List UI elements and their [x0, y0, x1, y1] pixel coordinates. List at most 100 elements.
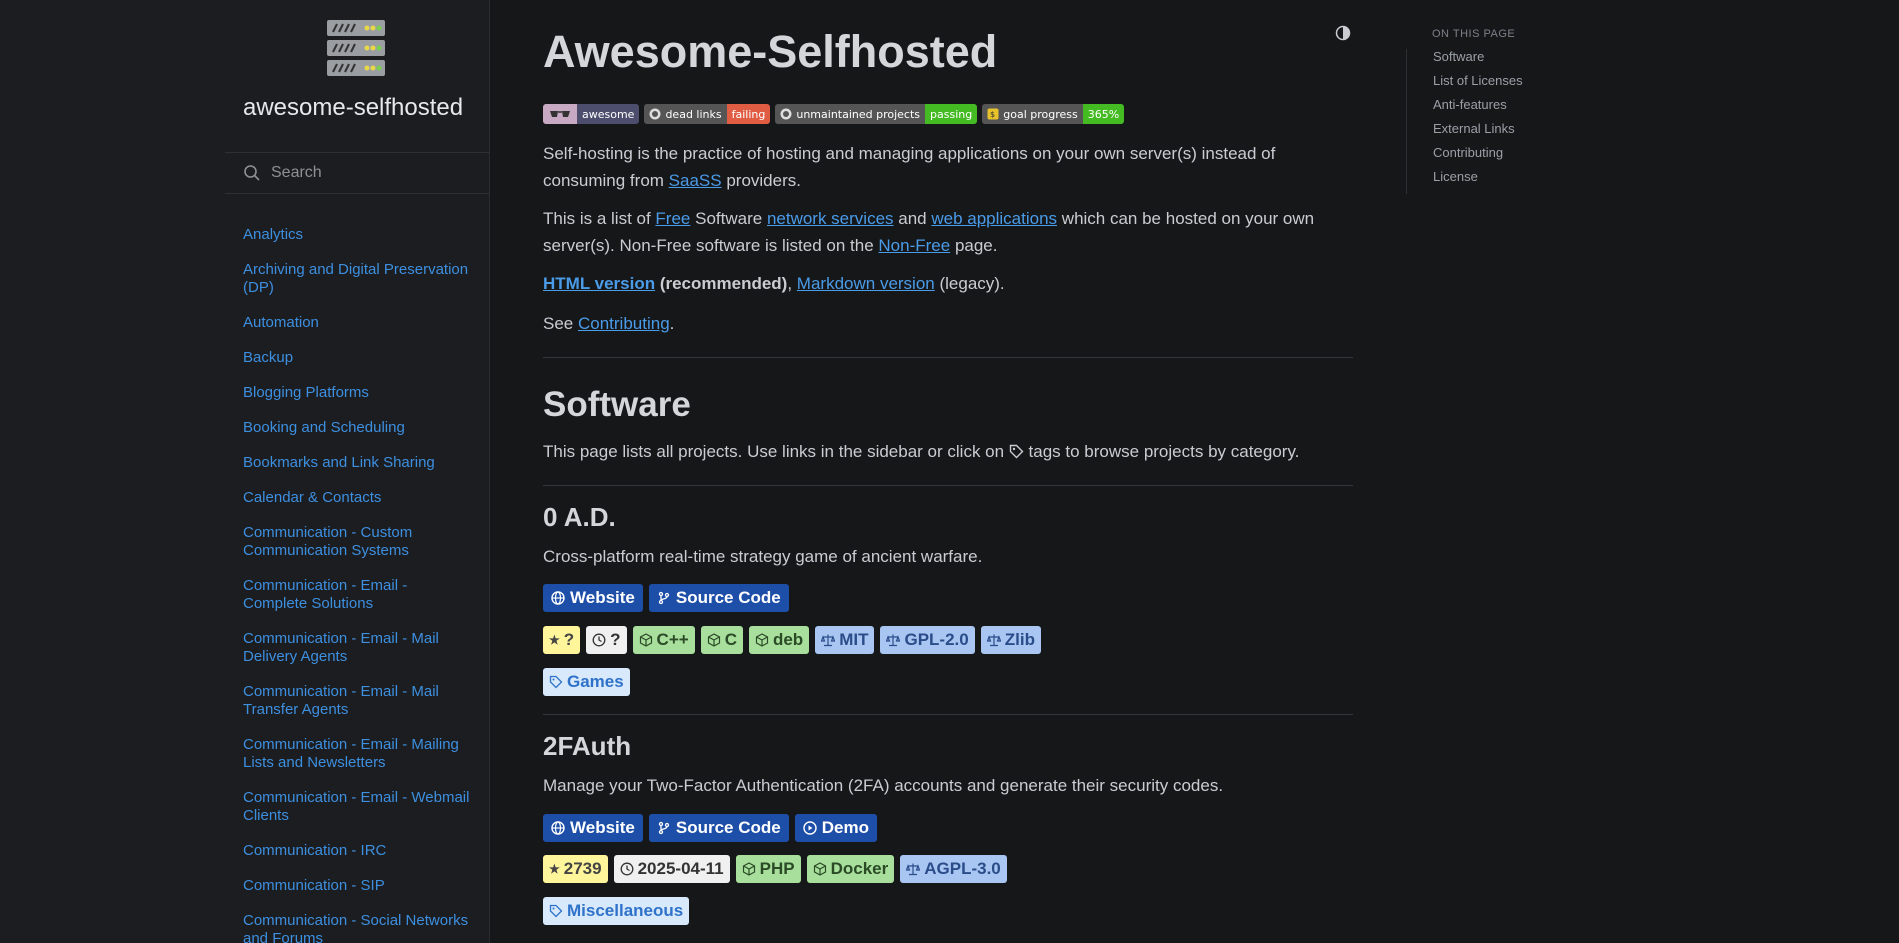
- language-tag[interactable]: C: [700, 626, 743, 654]
- globe-icon: [551, 821, 565, 835]
- badge-label: $ goal progress: [982, 104, 1083, 124]
- project-categories: Miscellaneous: [543, 897, 690, 925]
- sidebar-nav-item[interactable]: Communication - SIP: [243, 877, 473, 895]
- html-version-link[interactable]: HTML version: [543, 274, 655, 293]
- sidebar-nav-item[interactable]: Booking and Scheduling: [243, 419, 473, 437]
- divider: [543, 714, 1353, 715]
- goal-progress-badge[interactable]: $ goal progress 365%: [982, 104, 1125, 124]
- sidebar-nav-item[interactable]: Analytics: [243, 226, 473, 244]
- toc-title: ON THIS PAGE: [1432, 28, 1516, 40]
- server-logo-icon: [327, 20, 385, 76]
- package-icon: [639, 633, 652, 647]
- sidebar-nav-item[interactable]: Communication - Social Networks and Foru…: [243, 912, 473, 943]
- sidebar-nav-item[interactable]: Calendar & Contacts: [243, 489, 473, 507]
- network-services-link[interactable]: network services: [767, 209, 894, 228]
- github-icon: [649, 108, 661, 120]
- license-tag[interactable]: MIT: [815, 626, 875, 654]
- source-code-button[interactable]: Source Code: [648, 584, 789, 612]
- sidebar-nav-item[interactable]: Archiving and Digital Preservation (DP): [243, 261, 473, 297]
- scale-icon: [906, 863, 921, 876]
- project-tags: ★ 2739 2025-04-11 PHP Docker AGPL-3.0: [543, 855, 1007, 883]
- software-heading: Software: [543, 385, 691, 424]
- language-tag[interactable]: C++: [632, 626, 695, 654]
- sidebar-nav-item[interactable]: Backup: [243, 349, 473, 367]
- sidebar-nav-item[interactable]: Bookmarks and Link Sharing: [243, 454, 473, 472]
- website-button[interactable]: Website: [543, 584, 643, 612]
- search-box[interactable]: [225, 152, 489, 194]
- site-title[interactable]: awesome-selfhosted: [243, 94, 463, 122]
- stars-tag: ★ 2739: [543, 855, 608, 883]
- sidebar-nav-item[interactable]: Automation: [243, 314, 473, 332]
- sidebar: awesome-selfhosted Analytics Archiving an…: [0, 0, 490, 943]
- intro-paragraph-1: Self-hosting is the practice of hosting …: [543, 144, 1276, 190]
- play-circle-icon: [803, 821, 817, 835]
- free-link[interactable]: Free: [655, 209, 690, 228]
- license-tag[interactable]: GPL-2.0: [880, 626, 975, 654]
- project-title: 2FAuth: [543, 731, 632, 761]
- badge-label: unmaintained projects: [775, 104, 926, 124]
- tag-icon: [1009, 444, 1024, 459]
- sidebar-nav-item[interactable]: Communication - Email - Mailing Lists an…: [243, 736, 473, 772]
- last-updated-tag: ?: [586, 626, 627, 654]
- software-description: This page lists all projects. Use links …: [543, 442, 1300, 461]
- project-tags: ★? ? C++ C deb MIT GPL-2.0 Zlib: [543, 626, 1041, 654]
- toc-item[interactable]: External Links: [1433, 121, 1523, 137]
- clock-icon: [592, 633, 606, 647]
- source-code-button[interactable]: Source Code: [648, 814, 789, 842]
- license-tag[interactable]: Zlib: [980, 626, 1041, 654]
- platform-tag[interactable]: Docker: [806, 855, 895, 883]
- website-button[interactable]: Website: [543, 814, 643, 842]
- git-branch-icon: [658, 591, 670, 605]
- stars-tag: ★?: [543, 626, 581, 654]
- globe-icon: [551, 591, 565, 605]
- github-icon: [780, 108, 792, 120]
- toc-item[interactable]: List of Licenses: [1433, 73, 1523, 89]
- project-description: Cross-platform real-time strategy game o…: [543, 547, 983, 566]
- scale-icon: [886, 634, 901, 647]
- badge-status: 365%: [1082, 104, 1125, 124]
- dead-links-badge[interactable]: dead links failing: [644, 104, 771, 124]
- coin-icon: $: [987, 108, 999, 120]
- sidebar-nav: Analytics Archiving and Digital Preservat…: [243, 226, 473, 943]
- sidebar-nav-item[interactable]: Communication - Email - Mail Delivery Ag…: [243, 630, 473, 666]
- markdown-version-link[interactable]: Markdown version: [797, 274, 935, 293]
- awesome-badge[interactable]: awesome: [543, 104, 640, 124]
- project-categories: Games: [543, 668, 630, 696]
- package-icon: [742, 862, 755, 876]
- language-tag[interactable]: PHP: [735, 855, 801, 883]
- category-tag[interactable]: Games: [543, 668, 630, 696]
- sidebar-nav-item[interactable]: Communication - Custom Communication Sys…: [243, 524, 473, 560]
- divider: [543, 357, 1353, 358]
- toc-item[interactable]: Software: [1433, 49, 1523, 65]
- tag-icon: [549, 675, 563, 689]
- git-branch-icon: [658, 821, 670, 835]
- contributing-link[interactable]: Contributing: [578, 314, 670, 333]
- category-tag[interactable]: Miscellaneous: [543, 897, 690, 925]
- search-input[interactable]: [269, 163, 473, 183]
- sidebar-nav-item[interactable]: Communication - Email - Webmail Clients: [243, 789, 473, 825]
- tag-icon: [549, 904, 563, 918]
- toc-item[interactable]: Anti-features: [1433, 97, 1523, 113]
- badge-status: failing: [726, 104, 771, 124]
- license-tag[interactable]: AGPL-3.0: [900, 855, 1007, 883]
- unmaintained-badge[interactable]: unmaintained projects passing: [775, 104, 978, 124]
- sidebar-nav-item[interactable]: Communication - Email - Mail Transfer Ag…: [243, 683, 473, 719]
- theme-toggle-icon[interactable]: [1335, 25, 1351, 41]
- package-icon: [707, 633, 720, 647]
- sidebar-nav-item[interactable]: Communication - Email - Complete Solutio…: [243, 577, 473, 613]
- non-free-link[interactable]: Non-Free: [878, 236, 950, 255]
- toc-item[interactable]: License: [1433, 169, 1523, 185]
- toc-item[interactable]: Contributing: [1433, 145, 1523, 161]
- table-of-contents: Software List of Licenses Anti-features Ext…: [1406, 49, 1523, 194]
- web-applications-link[interactable]: web applications: [931, 209, 1057, 228]
- versions-paragraph: HTML version (recommended), Markdown ver…: [543, 274, 1005, 293]
- search-icon: [244, 165, 260, 181]
- intro-paragraph-2: This is a list of Free Software network …: [543, 209, 1315, 255]
- sunglasses-icon: [543, 104, 577, 124]
- sidebar-nav-item[interactable]: Communication - IRC: [243, 842, 473, 860]
- demo-button[interactable]: Demo: [794, 814, 877, 842]
- package-icon: [813, 862, 826, 876]
- platform-tag[interactable]: deb: [748, 626, 810, 654]
- sidebar-nav-item[interactable]: Blogging Platforms: [243, 384, 473, 402]
- saass-link[interactable]: SaaSS: [669, 171, 722, 190]
